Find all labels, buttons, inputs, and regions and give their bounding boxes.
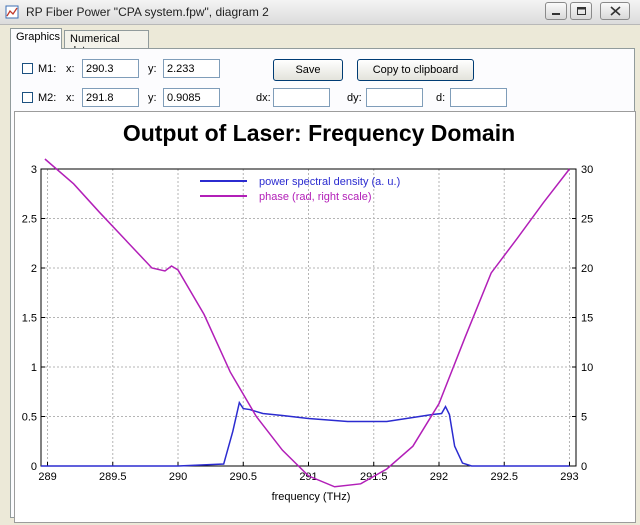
y-left-tick-label: 1.5: [22, 313, 37, 325]
y-right-tick-label: 5: [581, 412, 587, 424]
maximize-icon: [577, 7, 586, 15]
y-left-tick-label: 1: [31, 362, 37, 374]
x-tick-label: 292.5: [490, 471, 518, 483]
y-left-tick-label: 3: [31, 164, 37, 176]
x-tick-label: 293: [560, 471, 578, 483]
x-axis: 289 289.5 290 290.5 291 291.5 292 292.5 293: [38, 462, 579, 483]
x-tick-label: 291: [299, 471, 317, 483]
y-right-tick-label: 10: [581, 362, 593, 374]
legend-psd-label: power spectral density (a. u.): [259, 176, 400, 188]
dy-label: dy:: [347, 92, 362, 104]
y-right-tick-label: 15: [581, 313, 593, 325]
dy-field[interactable]: [366, 88, 423, 107]
y-axis-right: 0 5 10 15 20 25 30: [572, 164, 593, 473]
tab-numerical-data[interactable]: Numerical data: [64, 30, 149, 57]
app-icon: [5, 5, 19, 19]
y-left-tick-label: 0: [31, 461, 37, 473]
x-tick-label: 289.5: [99, 471, 127, 483]
title-bar: RP Fiber Power "CPA system.fpw", diagram…: [0, 0, 640, 25]
minimize-icon: [552, 13, 560, 15]
y-axis-left: 0 0.5 1 1.5 2 2.5 3: [22, 164, 45, 473]
grid: [41, 168, 576, 467]
y-left-tick-label: 2: [31, 263, 37, 275]
d-field[interactable]: [450, 88, 507, 107]
m2-y-label: y:: [148, 92, 157, 104]
minimize-button[interactable]: [545, 2, 567, 20]
chart-title: Output of Laser: Frequency Domain: [123, 120, 515, 146]
close-icon: [610, 6, 621, 16]
save-button[interactable]: Save: [273, 59, 343, 81]
maximize-button[interactable]: [570, 2, 592, 20]
series-line-phase: [44, 158, 571, 488]
m2-label: M2:: [38, 92, 57, 104]
legend: power spectral density (a. u.) phase (ra…: [200, 176, 400, 203]
m1-x-label: x:: [66, 63, 75, 75]
close-button[interactable]: [600, 2, 630, 20]
legend-phase-label: phase (rad, right scale): [259, 191, 372, 203]
y-right-tick-label: 20: [581, 263, 593, 275]
m1-label: M1:: [38, 63, 57, 75]
m1-y-field[interactable]: [163, 59, 220, 78]
x-tick-label: 290.5: [229, 471, 257, 483]
d-label: d:: [436, 92, 446, 104]
chart-svg: Output of Laser: Frequency Domain 289 289…: [22, 120, 594, 503]
m1-y-label: y:: [148, 63, 157, 75]
plot-area: Output of Laser: Frequency Domain 289 289…: [14, 111, 636, 523]
y-left-tick-label: 0.5: [22, 412, 37, 424]
m2-x-field[interactable]: [82, 88, 139, 107]
dx-field[interactable]: [273, 88, 330, 107]
m2-x-label: x:: [66, 92, 75, 104]
copy-to-clipboard-button[interactable]: Copy to clipboard: [357, 59, 474, 81]
m2-checkbox[interactable]: [22, 92, 33, 103]
y-left-tick-label: 2.5: [22, 214, 37, 226]
m2-y-field[interactable]: [163, 88, 220, 107]
x-tick-label: 290: [169, 471, 187, 483]
y-right-tick-label: 25: [581, 214, 593, 226]
window-title: RP Fiber Power "CPA system.fpw", diagram…: [26, 5, 269, 19]
x-tick-label: 292: [430, 471, 448, 483]
m1-checkbox[interactable]: [22, 63, 33, 74]
series-line-psd: [41, 400, 570, 467]
y-right-tick-label: 0: [581, 461, 587, 473]
y-right-tick-label: 30: [581, 164, 593, 176]
x-axis-label: frequency (THz): [272, 491, 351, 503]
tab-graphics[interactable]: Graphics: [10, 28, 62, 49]
x-tick-label: 289: [38, 471, 56, 483]
dx-label: dx:: [256, 92, 271, 104]
m1-x-field[interactable]: [82, 59, 139, 78]
